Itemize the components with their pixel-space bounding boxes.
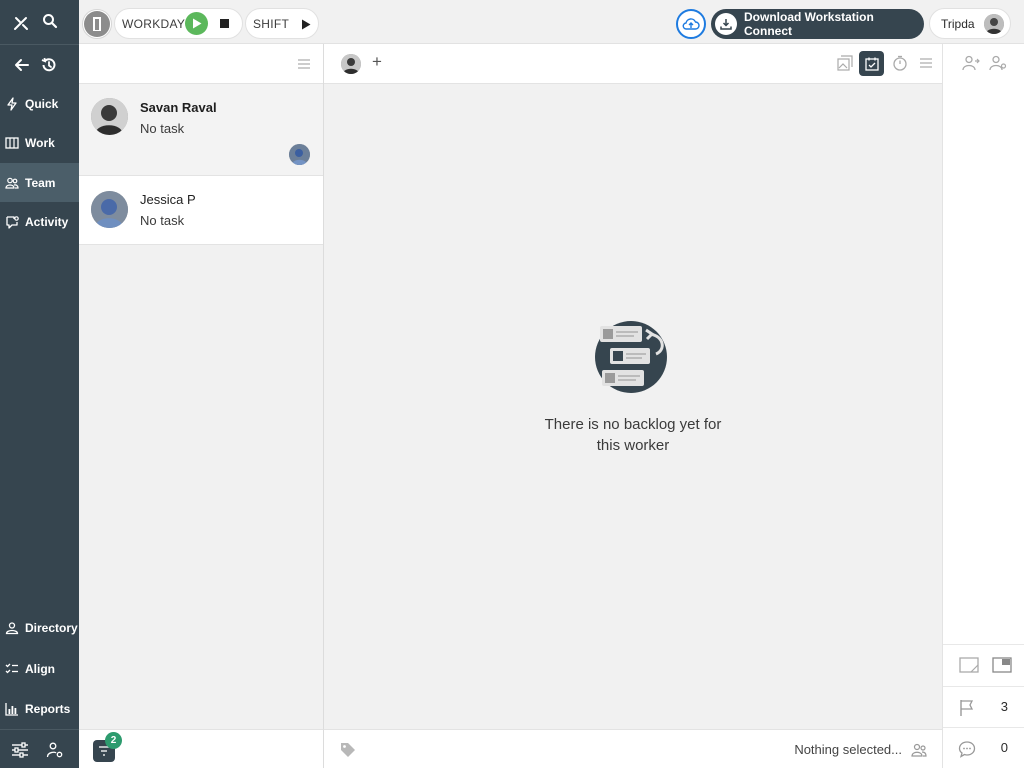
worker-avatar (91, 98, 128, 135)
right-panel: 3 0 (942, 44, 1024, 768)
user-name: Tripda (941, 16, 975, 31)
user-avatar (984, 14, 1004, 34)
flag-count: 3 (1000, 699, 1008, 714)
flag-icon (957, 698, 977, 718)
shift-control: SHIFT (245, 8, 319, 39)
nav-item-label: Activity (25, 214, 69, 229)
nav-item-label: Team (25, 175, 56, 190)
person-settings-icon[interactable] (988, 53, 1008, 73)
selection-status: Nothing selected... (794, 742, 902, 757)
worker-task: No task (140, 213, 185, 228)
download-workstation-button[interactable]: Download Workstation Connect (711, 9, 924, 39)
assign-users-icon[interactable] (909, 741, 929, 759)
nav-item-label: Align (25, 661, 55, 676)
history-icon[interactable] (39, 55, 59, 75)
comment-icon (957, 739, 977, 759)
worker-name: Savan Raval (140, 100, 217, 115)
comment-count: 0 (1000, 740, 1008, 755)
empty-message-line1: There is no backlog yet for (544, 416, 722, 433)
list-menu-icon[interactable] (295, 56, 313, 72)
download-icon (715, 13, 737, 35)
nav-item-activity[interactable]: Activity (0, 202, 79, 241)
assignee-avatar (289, 144, 310, 165)
worker-task: No task (140, 121, 185, 136)
team-icon (5, 177, 19, 189)
cloud-sync-button[interactable] (676, 9, 706, 39)
door-button[interactable] (82, 9, 112, 39)
empty-message-line2: this worker (596, 437, 670, 454)
nav-item-reports[interactable]: Reports (0, 689, 79, 728)
shift-play-button[interactable] (296, 14, 316, 34)
nav-item-team[interactable]: Team (0, 163, 79, 202)
gallery-icon[interactable] (835, 53, 855, 73)
checklist-icon (5, 663, 18, 673)
workday-stop-button[interactable] (214, 13, 234, 33)
timer-icon[interactable] (890, 53, 910, 73)
nav-item-quick[interactable]: Quick (0, 84, 79, 123)
main-menu-icon[interactable] (917, 55, 935, 71)
lightning-icon (7, 96, 17, 111)
tools-icon[interactable] (12, 14, 30, 32)
comments-row[interactable]: 0 (943, 727, 1024, 768)
calendar-check-icon (864, 57, 879, 71)
directory-icon (5, 621, 19, 634)
flags-row[interactable]: 3 (943, 686, 1024, 727)
nav-item-work[interactable]: Work (0, 123, 79, 162)
backlog-area: There is no backlog yet for this worker (324, 84, 942, 729)
bar-chart-icon (5, 702, 18, 716)
empty-backlog-illustration (594, 320, 670, 394)
nav-top (0, 0, 79, 44)
worker-list-header (79, 44, 323, 84)
activity-chat-icon (6, 215, 19, 229)
shift-label: SHIFT (253, 16, 290, 31)
user-menu[interactable]: Tripda (929, 8, 1011, 39)
kanban-icon (5, 136, 19, 149)
worker-avatar (91, 191, 128, 228)
download-label: Download Workstation Connect (744, 10, 874, 38)
nav-bottom-toolbar (0, 729, 79, 768)
user-settings-icon[interactable] (45, 740, 65, 760)
window-toggle-row (943, 644, 1024, 686)
worker-row[interactable]: Jessica P No task (79, 176, 323, 245)
filter-count-badge: 2 (105, 732, 122, 749)
picture-in-picture-icon[interactable] (991, 655, 1013, 675)
left-nav: Quick Work Team Activity Directory Align… (0, 0, 79, 768)
person-arrow-icon[interactable] (961, 53, 981, 73)
play-icon (302, 19, 311, 29)
workday-control: WORKDAY (114, 8, 243, 39)
calendar-view-button[interactable] (859, 51, 884, 76)
tag-icon[interactable] (339, 741, 357, 759)
nav-item-directory[interactable]: Directory (0, 608, 79, 647)
worker-row[interactable]: Savan Raval No task (79, 84, 323, 176)
worker-list-panel: Savan Raval No task Jessica P No task (79, 44, 324, 729)
settings-sliders-icon[interactable] (10, 740, 30, 760)
door-icon (84, 11, 110, 37)
empty-backlog-message: There is no backlog yet for this worker (324, 414, 942, 456)
workday-play-button[interactable] (185, 12, 208, 35)
stop-icon (219, 18, 229, 28)
worker-list-footer: 2 (79, 729, 324, 768)
worker-name: Jessica P (140, 192, 196, 207)
search-icon[interactable] (41, 12, 59, 30)
top-bar: WORKDAY SHIFT Download Workstation Conne… (79, 0, 1024, 44)
nav-item-label: Quick (25, 96, 59, 111)
window-corner-icon[interactable] (958, 655, 980, 675)
main-footer: Nothing selected... (324, 729, 942, 768)
add-button[interactable]: + (372, 52, 382, 72)
nav-item-label: Work (25, 135, 55, 150)
nav-item-label: Directory (25, 620, 78, 635)
cloud-upload-icon (682, 18, 700, 30)
nav-item-align[interactable]: Align (0, 649, 79, 688)
play-icon (192, 18, 201, 29)
back-arrow-icon[interactable] (12, 55, 32, 75)
workday-label: WORKDAY (122, 16, 186, 31)
main-header: + (324, 44, 942, 84)
selected-worker-avatar[interactable] (341, 54, 361, 74)
nav-history-row (0, 44, 79, 84)
nav-item-label: Reports (25, 701, 71, 716)
